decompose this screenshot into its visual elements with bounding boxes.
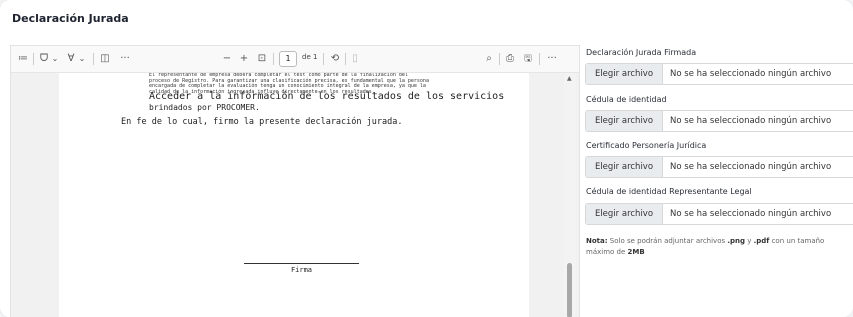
file-input-cedula[interactable]: Elegir archivo No se ha seleccionado nin… [585,110,853,132]
signature-line [244,263,359,264]
file-status: No se ha seleccionado ningún archivo [670,162,832,172]
note-ext-png: .png [727,237,746,245]
pdf-viewer: ≔ ᗜ ⌄ ∀ ⌄ ◫ ··· − + ⊡ 1 de 1 ⟲ ▯ ⌕ ⎙ 🖫 ·… [10,45,580,317]
document-area[interactable]: El representante de empresa deberá compl… [11,73,579,317]
toolbar-divider [33,53,34,65]
draw-icon[interactable]: ∀ [65,52,77,66]
note-text: y [745,237,754,245]
highlight-icon[interactable]: ᗜ [38,52,50,66]
upload-note: Nota: Solo se podrán adjuntar archivos .… [586,236,848,258]
search-icon[interactable]: ⌕ [483,52,495,66]
zoom-in-button[interactable]: + [238,52,250,66]
page-count: de 1 [302,53,318,61]
pdf-page: El representante de empresa deberá compl… [59,73,529,317]
field-label-representante: Cédula de identidad Representante Legal [586,187,752,196]
chevron-down-icon[interactable]: ⌄ [78,52,86,66]
file-input-representante[interactable]: Elegir archivo No se ha seleccionado nin… [585,203,853,225]
page-title: Declaración Jurada [12,12,129,25]
toolbar-divider [345,53,346,65]
fit-page-icon[interactable]: ⊡ [256,52,268,66]
more-options-icon[interactable]: ··· [117,52,133,66]
scroll-up-icon[interactable]: ▲ [567,75,572,82]
declaration-card: Declaración Jurada ≔ ᗜ ⌄ ∀ ⌄ ◫ ··· − + ⊡… [0,0,853,317]
print-icon[interactable]: ⎙ [504,52,516,66]
rotate-icon[interactable]: ⟲ [329,52,341,66]
note-size: 2MB [627,248,645,256]
page-number-input[interactable]: 1 [279,51,297,67]
file-input-declaracion[interactable]: Elegir archivo No se ha seleccionado nin… [585,63,853,85]
document-closing: En fe de lo cual, firmo la presente decl… [121,117,403,127]
save-icon[interactable]: 🖫 [522,52,534,66]
document-procomer-line: brindados por PROCOMER. [149,103,260,112]
toolbar-divider [539,53,540,65]
field-label-personeria: Certificado Personería Jurídica [586,141,707,150]
choose-file-button[interactable]: Elegir archivo [586,204,663,224]
choose-file-button[interactable]: Elegir archivo [586,111,663,131]
sidebar-toggle-icon[interactable]: ◫ [99,52,111,66]
file-status: No se ha seleccionado ningún archivo [670,209,832,219]
toolbar-divider [499,53,500,65]
signature-label: Firma [290,266,313,274]
page-view-icon[interactable]: ▯ [350,52,360,66]
note-prefix: Nota: [586,237,608,245]
chevron-down-icon[interactable]: ⌄ [51,52,59,66]
choose-file-button[interactable]: Elegir archivo [586,157,663,177]
note-text: Solo se podrán adjuntar archivos [607,237,728,245]
scrollbar-thumb[interactable] [567,263,572,317]
pdf-toolbar: ≔ ᗜ ⌄ ∀ ⌄ ◫ ··· − + ⊡ 1 de 1 ⟲ ▯ ⌕ ⎙ 🖫 ·… [11,46,579,73]
file-status: No se ha seleccionado ningún archivo [670,69,832,79]
file-input-personeria[interactable]: Elegir archivo No se ha seleccionado nin… [585,156,853,178]
file-status: No se ha seleccionado ningún archivo [670,116,832,126]
document-heading-line: Acceder a la información de los resultad… [149,91,505,102]
toolbar-divider [273,53,274,65]
zoom-out-button[interactable]: − [221,52,233,66]
field-label-cedula: Cédula de identidad [586,95,667,104]
overflow-menu-icon[interactable]: ··· [544,52,560,66]
menu-icon[interactable]: ≔ [17,52,29,66]
field-label-declaracion: Declaración Jurada Firmada [586,48,697,57]
choose-file-button[interactable]: Elegir archivo [586,64,663,84]
note-ext-pdf: .pdf [753,237,770,245]
toolbar-divider [93,53,94,65]
toolbar-divider [323,53,324,65]
